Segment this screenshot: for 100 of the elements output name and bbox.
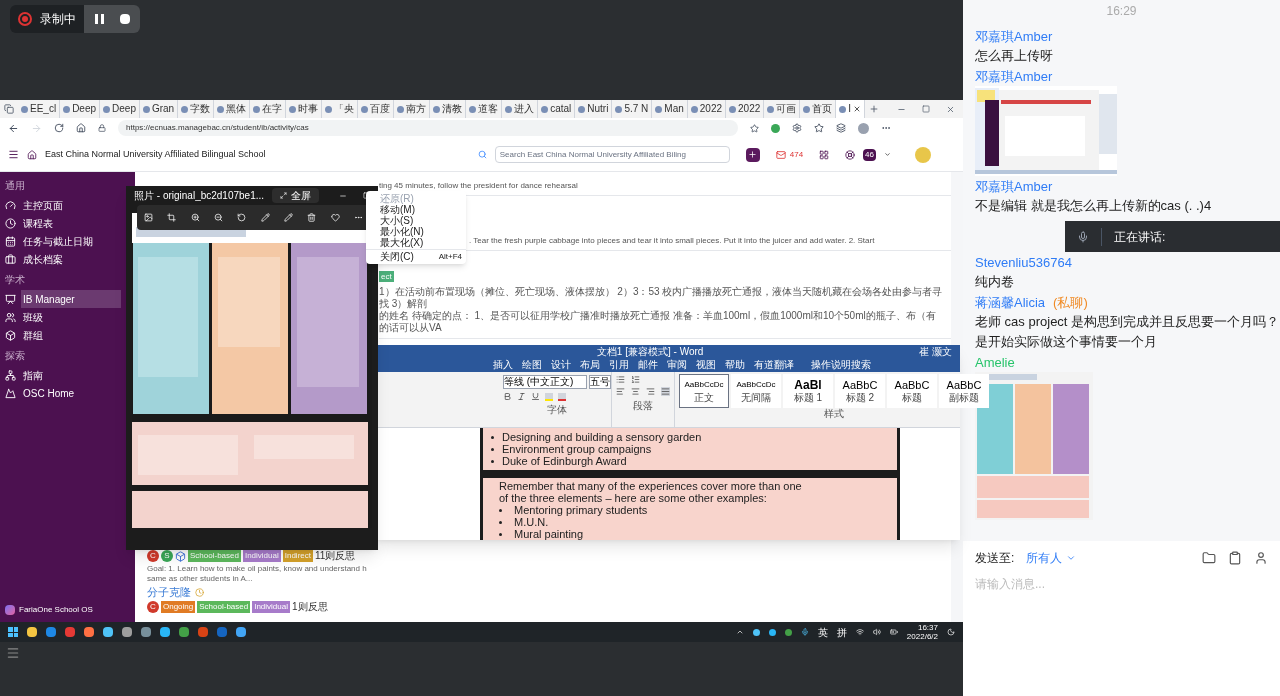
search-field[interactable]: Search East China Normal University Affiliated Biling — [494, 146, 730, 163]
back-icon[interactable] — [8, 122, 19, 134]
close-icon[interactable] — [853, 105, 862, 113]
microphone-icon[interactable] — [800, 628, 809, 636]
ribbon-tab[interactable]: 设计 — [551, 358, 571, 372]
pen-icon[interactable] — [283, 213, 293, 222]
italic-icon[interactable] — [517, 392, 526, 401]
collections-icon[interactable] — [836, 123, 846, 133]
numbering-icon[interactable] — [631, 375, 640, 384]
sidebar-item[interactable]: OSC Home — [21, 384, 121, 402]
style-tile[interactable]: AaBbCcDc 正文 — [679, 374, 729, 408]
justify-icon[interactable] — [661, 387, 670, 396]
list-icon[interactable] — [6, 646, 20, 660]
clipboard-icon[interactable] — [1228, 551, 1242, 565]
apps-icon[interactable] — [819, 149, 830, 160]
style-tile[interactable]: AaBbC 标题 2 — [835, 374, 885, 408]
menu-item[interactable]: 最大化(X) — [366, 237, 466, 248]
align-left-icon[interactable] — [616, 387, 625, 396]
page-icon — [253, 105, 261, 113]
tab-actions-icon[interactable] — [4, 104, 14, 114]
menu-item[interactable]: 大小(S) — [366, 215, 466, 226]
trash-icon[interactable] — [307, 213, 317, 222]
heart-icon[interactable] — [330, 213, 340, 222]
clock-time: 16:37 — [917, 623, 938, 632]
profile-avatar[interactable] — [858, 122, 869, 134]
caret-icon[interactable] — [884, 151, 891, 158]
volume-icon[interactable] — [872, 628, 881, 636]
style-tile[interactable]: AaBbC 标题 — [887, 374, 937, 408]
close-icon[interactable] — [946, 104, 955, 114]
sidebar-item[interactable]: 课程表 — [21, 214, 121, 232]
more-icon[interactable] — [353, 213, 363, 222]
font-name-field[interactable]: 等线 (中文正文) — [503, 375, 587, 389]
extension-icon[interactable] — [771, 123, 780, 133]
ribbon-tab[interactable]: 插入 — [493, 358, 513, 372]
zoom-in-icon[interactable] — [190, 213, 200, 222]
reload-icon[interactable] — [54, 123, 64, 133]
menu-item[interactable]: 最小化(N) — [366, 226, 466, 237]
ribbon-tab[interactable]: 邮件 — [638, 358, 658, 372]
user-icon[interactable] — [1254, 551, 1268, 565]
star-icon[interactable] — [750, 123, 759, 133]
sidebar-item[interactable]: 成长档案 — [21, 250, 121, 268]
chevron-up-icon[interactable] — [735, 628, 744, 636]
sidebar-item[interactable]: 群组 — [21, 326, 121, 344]
input-method-indicator[interactable]: 英 — [817, 624, 828, 640]
count-badge: 46 — [863, 148, 876, 161]
wifi-icon[interactable] — [855, 628, 864, 636]
underline-icon[interactable] — [531, 392, 540, 401]
style-tile[interactable]: AaBbC 副标题 — [939, 374, 989, 408]
sidebar-item[interactable]: 主控页面 — [21, 196, 121, 214]
input-method-indicator[interactable]: 拼 — [836, 624, 847, 640]
edit-icon[interactable] — [260, 213, 270, 222]
zoom-out-icon[interactable] — [214, 213, 224, 222]
mail-icon[interactable] — [775, 149, 786, 160]
align-center-icon[interactable] — [631, 387, 640, 396]
menu-item[interactable]: 关闭(C) Alt+F4 — [366, 251, 466, 262]
new-tab-icon[interactable] — [869, 104, 880, 114]
help-icon[interactable] — [845, 149, 856, 160]
activity-title[interactable]: 分子克隆 — [147, 586, 191, 599]
menu-item[interactable]: 移动(M) — [366, 204, 466, 215]
ribbon-tab[interactable]: 视图 — [696, 358, 716, 372]
sidebar-item[interactable]: 任务与截止日期 — [21, 232, 121, 250]
sender-name: 邓嘉琪Amber — [975, 28, 1053, 46]
fullscreen-button[interactable]: 全屏 — [272, 188, 320, 203]
ribbon-tab[interactable]: 绘图 — [522, 358, 542, 372]
start-icon[interactable] — [8, 627, 18, 637]
battery-icon[interactable] — [889, 628, 898, 636]
home-icon[interactable] — [27, 149, 37, 160]
bold-icon[interactable] — [503, 392, 512, 401]
font-color-icon[interactable] — [558, 392, 566, 401]
address-field[interactable]: https://ecnuas.managebac.cn/student/ib/activity/cas — [118, 120, 738, 136]
moon-icon[interactable] — [947, 628, 955, 636]
image-icon[interactable] — [144, 213, 154, 222]
bullets-icon[interactable] — [616, 375, 625, 384]
sidebar-item[interactable]: 班级 — [21, 308, 121, 326]
home-icon[interactable] — [76, 123, 86, 133]
rotate-icon[interactable] — [237, 213, 247, 222]
style-tile[interactable]: AaBl 标题 1 — [783, 374, 833, 408]
align-right-icon[interactable] — [646, 387, 655, 396]
sidebar-item[interactable]: IB Manager — [21, 290, 121, 308]
recipient-dropdown[interactable]: 所有人 — [1026, 549, 1077, 567]
browser-tab[interactable]: I — [836, 100, 866, 118]
message-input[interactable]: 请输入消息... — [975, 575, 1268, 593]
ribbon-tab[interactable]: 有道翻译 — [754, 358, 794, 372]
favorites-icon[interactable] — [814, 123, 824, 133]
add-button[interactable] — [745, 147, 760, 162]
ribbon-tab[interactable]: 审阅 — [667, 358, 687, 372]
folder-icon[interactable] — [1202, 551, 1216, 565]
ribbon-tab[interactable]: 布局 — [580, 358, 600, 372]
ribbon-tab[interactable]: 引用 — [609, 358, 629, 372]
font-size-field[interactable]: 五号 — [589, 375, 611, 389]
crop-icon[interactable] — [167, 213, 177, 222]
gear-icon[interactable] — [792, 123, 802, 133]
cube-icon — [5, 329, 16, 341]
page-icon — [505, 105, 513, 113]
ribbon-tab[interactable]: 帮助 — [725, 358, 745, 372]
style-tile[interactable]: AaBbCcDc 无间隔 — [731, 374, 781, 408]
tag: Indirect — [282, 550, 313, 562]
menu-icon[interactable] — [8, 149, 19, 160]
tell-me-search[interactable]: 操作说明搜索 — [811, 358, 871, 372]
sidebar-item[interactable]: 指南 — [21, 366, 121, 384]
